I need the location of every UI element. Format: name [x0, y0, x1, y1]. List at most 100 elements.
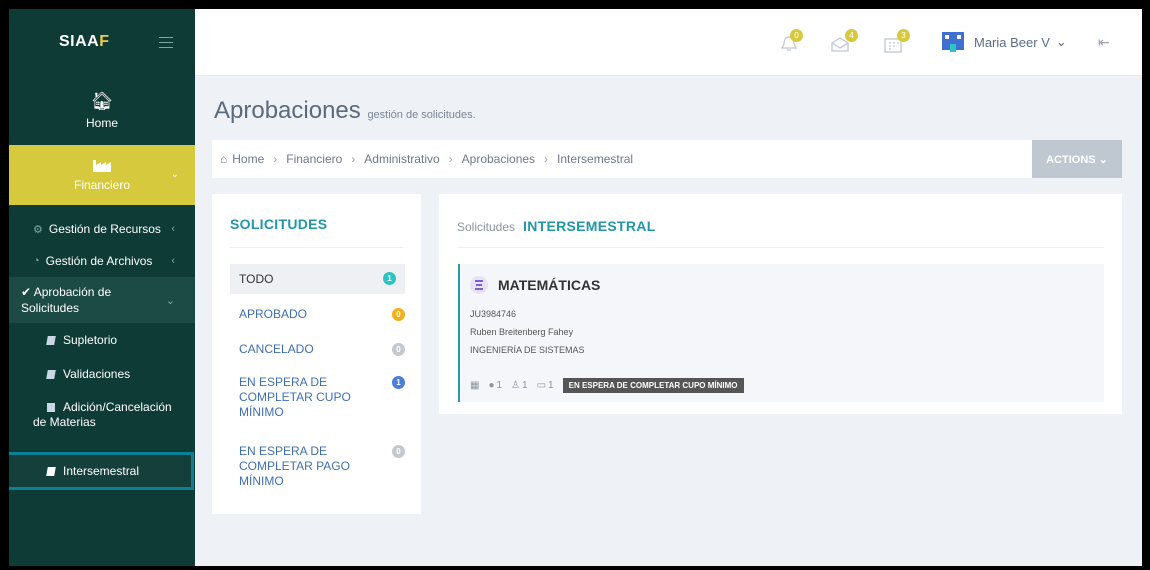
filter-label: TODO — [239, 271, 274, 286]
filter-todo[interactable]: TODO 1 — [230, 264, 405, 294]
count-badge: 0 — [392, 308, 405, 321]
request-program: INGENIERÍA DE SISTEMAS — [470, 345, 585, 355]
filter-espera-pago[interactable]: EN ESPERA DE COMPLETAR PAGO MÍNIMO 0 — [239, 444, 405, 489]
calendar-badge: 3 — [897, 29, 910, 42]
notification-badge: 0 — [790, 29, 803, 42]
comments-count: 1 — [496, 380, 503, 391]
chevron-right-icon: › — [273, 152, 278, 166]
filter-aprobado[interactable]: APROBADO 0 — [239, 307, 405, 322]
breadcrumb-item[interactable]: Administrativo — [364, 152, 439, 166]
gears-icon: ⚙ — [33, 223, 43, 236]
panel-label: Solicitudes — [457, 220, 516, 234]
count-badge: 0 — [392, 343, 405, 356]
filter-label-line2: COMPLETAR CUPO — [239, 390, 351, 404]
hamburger-menu-icon[interactable] — [159, 37, 173, 52]
request-card[interactable]: MATEMÁTICAS JU3984746 Ruben Breitenberg … — [458, 264, 1104, 402]
filter-label: EN ESPERA DE — [239, 444, 328, 458]
sidebar-menu: ⚙ Gestión de Recursos ‹ ◔ Gestión de Arc… — [9, 213, 195, 439]
home-icon: ⌂ — [220, 152, 228, 166]
count-badge: 1 — [392, 376, 405, 389]
filter-label: CANCELADO — [239, 342, 314, 356]
sidebar-item-gestion-recursos[interactable]: ⚙ Gestión de Recursos ‹ — [9, 213, 195, 245]
home-icon: 🏠︎ — [90, 90, 114, 111]
page-subtitle: gestión de solicitudes. — [367, 109, 476, 121]
sidebar-subitem-validaciones[interactable]: Validaciones — [9, 357, 195, 391]
chevron-right-icon: › — [448, 152, 453, 166]
solicitudes-filter-panel: SOLICITUDES TODO 1 APROBADO 0 CANCELADO … — [212, 194, 421, 514]
sidebar-item-label: Gestión de Archivos — [45, 254, 153, 268]
factory-icon — [93, 160, 111, 172]
subject-icon — [470, 276, 488, 294]
sidebar-item-aprobacion-solicitudes[interactable]: ✔ Aprobación de Solicitudes ⌄ — [9, 277, 195, 323]
user-name: Maria Beer V — [974, 34, 1050, 50]
sidebar: SIAA F 🏠︎ Home Financiero ⌄ ⚙ Gestión de … — [9, 9, 195, 566]
filter-label: EN ESPERA DE — [239, 375, 328, 389]
actions-button[interactable]: ACTIONS ⌄ — [1032, 140, 1122, 178]
breadcrumb-item[interactable]: Aprobaciones — [462, 152, 535, 166]
book-icon — [47, 403, 55, 412]
sidebar-subitem-adicion-cancelacion[interactable]: Adición/Cancelación de Materias — [9, 391, 195, 439]
id-card-icon: ▭ — [536, 380, 547, 391]
panel-title: SOLICITUDES — [230, 216, 328, 232]
logout-icon[interactable]: ⇤ — [1098, 34, 1110, 51]
count-badge: 0 — [392, 445, 405, 458]
chevron-down-icon: ⌄ — [1055, 34, 1067, 49]
chevron-down-icon: ⌄ — [165, 295, 175, 307]
sidebar-subitem-intersemestral[interactable]: Intersemestral — [9, 452, 194, 490]
sidebar-subitem-label: Intersemestral — [63, 464, 140, 478]
sidebar-item-home[interactable]: 🏠︎ Home — [9, 75, 195, 145]
sidebar-subitem-label: Validaciones — [63, 367, 131, 381]
sidebar-item-label: Gestión de Recursos — [48, 222, 161, 236]
filter-espera-cupo[interactable]: EN ESPERA DE COMPLETAR CUPO MÍNIMO 1 — [239, 375, 405, 420]
sidebar-subitem-supletorio[interactable]: Supletorio — [9, 323, 195, 357]
user-menu[interactable]: Maria Beer V ⌄ — [940, 29, 1067, 55]
sidebar-item-label: Aprobación de — [33, 285, 112, 299]
chevron-left-icon: ‹ — [171, 255, 175, 267]
filter-label: APROBADO — [239, 307, 308, 321]
sidebar-subitem-label-line2: de Materias — [33, 415, 96, 429]
app-frame: SIAA F 🏠︎ Home Financiero ⌄ ⚙ Gestión de … — [9, 9, 1142, 566]
comments-icon: ● — [488, 380, 495, 391]
mail-badge: 4 — [845, 29, 858, 42]
users-count: 1 — [522, 380, 528, 391]
request-title: MATEMÁTICAS — [470, 276, 600, 294]
request-meta: ▦ ● 1 ♙ 1 ▭ 1 EN ESPERA DE COMPLETAR CUP… — [470, 378, 753, 393]
sidebar-item-label: Financiero — [73, 178, 131, 192]
divider — [230, 247, 403, 248]
breadcrumb-item[interactable]: Intersemestral — [557, 152, 633, 166]
request-subject: MATEMÁTICAS — [498, 277, 601, 293]
sidebar-item-label-line2: Solicitudes — [21, 301, 80, 315]
panel-title-text: INTERSEMESTRAL — [523, 218, 656, 234]
filter-label-line2: COMPLETAR PAGO — [239, 459, 350, 473]
brand-text: SIAA — [59, 33, 100, 50]
filter-cancelado[interactable]: CANCELADO 0 — [239, 342, 405, 357]
brand-accent: F — [99, 33, 110, 50]
filter-label-line3: MÍNIMO — [239, 405, 284, 419]
sidebar-item-label: Home — [85, 115, 118, 130]
breadcrumb-item[interactable]: Financiero — [286, 152, 342, 166]
chevron-right-icon: › — [351, 152, 356, 166]
top-bar: 0 4 3 Maria Beer V ⌄ ⇤ — [195, 9, 1142, 76]
sidebar-item-financiero[interactable]: Financiero ⌄ — [9, 145, 195, 205]
page-title: Aprobaciones gestión de solicitudes. — [214, 97, 476, 125]
status-badge: EN ESPERA DE COMPLETAR CUPO MÍNIMO — [562, 378, 744, 393]
avatar — [942, 32, 964, 52]
book-icon — [46, 335, 56, 345]
filter-label-line3: MÍNIMO — [239, 474, 284, 488]
page-title-text: Aprobaciones — [214, 97, 361, 124]
breadcrumb: ⌂ Home › Financiero › Administrativo › A… — [212, 140, 1122, 178]
user-icon: ♙ — [511, 380, 521, 391]
request-student: Ruben Breitenberg Fahey — [470, 327, 574, 337]
book-icon — [46, 466, 56, 476]
archive-icon: ◔ — [33, 255, 40, 267]
sidebar-subitem-label: Supletorio — [63, 333, 118, 347]
count-badge: 1 — [383, 272, 396, 285]
divider — [457, 247, 1104, 248]
ids-count: 1 — [548, 380, 554, 391]
breadcrumb-item[interactable]: Home — [232, 152, 264, 166]
sidebar-item-gestion-archivos[interactable]: ◔ Gestión de Archivos ‹ — [9, 245, 195, 277]
request-code: JU3984746 — [470, 309, 517, 319]
chevron-down-icon: ⌄ — [170, 169, 179, 180]
book-icon — [46, 369, 56, 379]
check-icon: ✔ — [21, 285, 32, 299]
